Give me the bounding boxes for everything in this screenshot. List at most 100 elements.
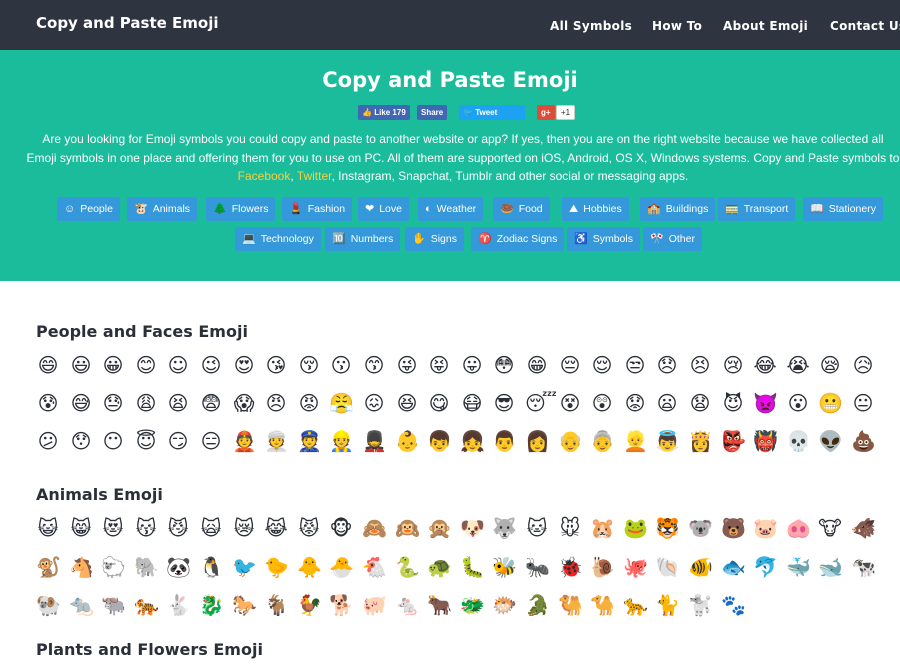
emoji-item[interactable]: 😝 (427, 353, 451, 377)
category-button-signs[interactable]: ✋ Signs (405, 227, 464, 251)
emoji-item[interactable]: 😻 (101, 516, 125, 540)
emoji-item[interactable]: 😯 (69, 429, 93, 453)
emoji-item[interactable]: 👱 (623, 429, 648, 453)
emoji-item[interactable]: 🐴 (69, 555, 94, 579)
emoji-item[interactable]: 😳 (492, 353, 516, 377)
emoji-item[interactable]: 😺 (36, 516, 60, 540)
nav-link-about-emoji[interactable]: About Emoji (723, 19, 808, 33)
emoji-item[interactable]: 🐵 (329, 516, 353, 540)
emoji-item[interactable]: 😋 (427, 391, 451, 415)
emoji-item[interactable]: 🐋 (818, 555, 843, 579)
emoji-item[interactable]: 🐊 (525, 593, 550, 617)
emoji-item[interactable]: 🐤 (264, 555, 289, 579)
tweet-button[interactable]: 🐦 Tweet (459, 105, 525, 120)
emoji-item[interactable]: 😪 (818, 353, 842, 377)
emoji-item[interactable]: 🐄 (851, 555, 876, 579)
emoji-item[interactable]: 💀 (786, 429, 811, 453)
emoji-item[interactable]: 👹 (753, 429, 778, 453)
emoji-item[interactable]: 🐩 (688, 593, 713, 617)
emoji-item[interactable]: 👺 (721, 429, 746, 453)
emoji-item[interactable]: 🐻 (721, 516, 746, 540)
emoji-item[interactable]: 😠 (264, 391, 288, 415)
emoji-item[interactable]: 🙊 (427, 516, 452, 540)
emoji-item[interactable]: 🐃 (101, 593, 126, 617)
emoji-item[interactable]: 🐀 (69, 593, 94, 617)
emoji-item[interactable]: 😎 (492, 391, 516, 415)
emoji-item[interactable]: 👶 (395, 429, 420, 453)
emoji-item[interactable]: 🙈 (362, 516, 387, 540)
emoji-item[interactable]: 🐯 (655, 516, 680, 540)
category-button-buildings[interactable]: 🏫 Buildings (640, 197, 716, 221)
emoji-item[interactable]: 👩 (525, 429, 550, 453)
emoji-item[interactable]: 🐲 (460, 593, 485, 617)
emoji-item[interactable]: 👷 (329, 429, 354, 453)
emoji-item[interactable]: 😨 (199, 391, 223, 415)
emoji-item[interactable]: 🐓 (297, 593, 322, 617)
emoji-item[interactable]: 😌 (590, 353, 614, 377)
emoji-item[interactable]: 😞 (655, 353, 679, 377)
emoji-item[interactable]: 😱 (232, 391, 256, 415)
emoji-item[interactable]: 😟 (623, 391, 647, 415)
emoji-item[interactable]: 🐫 (558, 593, 583, 617)
emoji-item[interactable]: 🐛 (460, 555, 485, 579)
emoji-item[interactable]: 😗 (329, 353, 353, 377)
emoji-item[interactable]: 🐣 (329, 555, 354, 579)
category-button-people[interactable]: ☺ People (57, 197, 120, 221)
emoji-item[interactable]: 😾 (297, 516, 321, 540)
emoji-item[interactable]: 😹 (264, 516, 288, 540)
emoji-item[interactable]: 😧 (688, 391, 712, 415)
category-button-zodiac-signs[interactable]: ♈ Zodiac Signs (471, 227, 565, 251)
emoji-item[interactable]: 😤 (329, 391, 354, 415)
emoji-item[interactable]: 😃 (69, 353, 93, 377)
emoji-item[interactable]: 🐒 (36, 555, 61, 579)
emoji-item[interactable]: 😄 (36, 353, 60, 377)
emoji-item[interactable]: 🐚 (655, 555, 680, 579)
emoji-item[interactable]: 😖 (362, 391, 386, 415)
emoji-item[interactable]: 😵 (558, 391, 582, 415)
emoji-item[interactable]: 😭 (786, 353, 810, 377)
emoji-item[interactable]: 🐽 (786, 516, 811, 540)
category-button-animals[interactable]: 🐮 Animals (127, 197, 198, 221)
emoji-item[interactable]: 🐔 (362, 555, 387, 579)
emoji-item[interactable]: 🐌 (590, 555, 615, 579)
emoji-item[interactable]: 🐝 (492, 555, 517, 579)
emoji-item[interactable]: ☺ (166, 353, 190, 377)
emoji-item[interactable]: 😙 (362, 353, 386, 377)
emoji-item[interactable]: 😆 (395, 391, 419, 415)
emoji-item[interactable]: 🐠 (688, 555, 713, 579)
category-button-numbers[interactable]: 🔟 Numbers (325, 227, 401, 251)
emoji-item[interactable]: 😰 (36, 391, 60, 415)
emoji-item[interactable]: 🐶 (460, 516, 485, 540)
emoji-item[interactable]: 😈 (721, 391, 745, 415)
emoji-item[interactable]: 🐖 (362, 593, 387, 617)
emoji-item[interactable]: 😍 (232, 353, 256, 377)
emoji-item[interactable]: 🙉 (395, 516, 420, 540)
emoji-item[interactable]: 🐞 (558, 555, 583, 579)
emoji-item[interactable]: 🐘 (134, 555, 159, 579)
emoji-item[interactable]: 🐁 (395, 593, 420, 617)
emoji-item[interactable]: 👴 (558, 429, 583, 453)
emoji-item[interactable]: 🐗 (851, 516, 876, 540)
emoji-item[interactable]: 💩 (851, 429, 876, 453)
emoji-item[interactable]: 😁 (525, 353, 549, 377)
emoji-item[interactable]: 🐷 (753, 516, 778, 540)
emoji-item[interactable]: 😂 (753, 353, 777, 377)
emoji-item[interactable]: 😽 (134, 516, 158, 540)
emoji-item[interactable]: 😲 (590, 391, 614, 415)
emoji-item[interactable]: 👳 (264, 429, 289, 453)
emoji-item[interactable]: 😼 (166, 516, 190, 540)
emoji-item[interactable]: 🐂 (427, 593, 452, 617)
emoji-item[interactable]: 😒 (623, 353, 647, 377)
emoji-item[interactable]: 🐾 (721, 593, 746, 617)
emoji-item[interactable]: 🐦 (232, 555, 257, 579)
emoji-item[interactable]: 😴 (525, 391, 557, 415)
emoji-item[interactable]: 🐡 (492, 593, 517, 617)
nav-link-how-to[interactable]: How To (652, 19, 702, 33)
category-button-love[interactable]: ❤ Love (358, 197, 409, 221)
category-button-flowers[interactable]: 🌲 Flowers (206, 197, 276, 221)
emoji-item[interactable]: 😶 (101, 429, 125, 453)
emoji-item[interactable]: 👼 (655, 429, 680, 453)
emoji-item[interactable]: 🐑 (101, 555, 126, 579)
category-button-fashion[interactable]: 💄 Fashion (282, 197, 353, 221)
emoji-item[interactable]: 🐎 (232, 593, 257, 617)
